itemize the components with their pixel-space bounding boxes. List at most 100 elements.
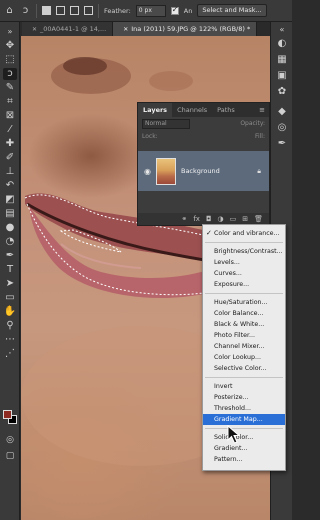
mask-icon[interactable]: ◘ — [206, 215, 212, 223]
options-bar: ⌂ ↄ Feather: 0 px An Select and Mask... — [0, 0, 292, 22]
tab-channels[interactable]: Channels — [172, 103, 212, 117]
lock-icon: 🔒︎ — [257, 166, 261, 175]
menu-item[interactable]: Selective Color... — [203, 363, 285, 374]
screen-mode-icon[interactable]: ▢ — [3, 450, 17, 462]
antialias-checkbox[interactable] — [170, 5, 179, 15]
folder-icon[interactable]: ▭ — [230, 215, 237, 223]
select-and-mask-button[interactable]: Select and Mask... — [197, 4, 267, 17]
document-tabs: ✕ _00A0441-1 @ 14,... ✕ Ina (2011) 59.JPG … — [22, 22, 270, 36]
menu-item[interactable]: Gradient Map... — [203, 414, 285, 425]
layers-panel-icon[interactable]: ◆ — [275, 106, 289, 118]
menu-item[interactable]: Color Lookup... — [203, 352, 285, 363]
menu-item[interactable]: ✓ Color and vibrance... — [203, 228, 285, 239]
more-tools-icon[interactable]: ⋯ — [3, 334, 17, 346]
home-icon[interactable]: ⌂ — [4, 5, 15, 16]
move-tool-icon[interactable]: ✥ — [3, 40, 17, 52]
layer-row-background[interactable]: ◉ Background 🔒︎ — [138, 151, 269, 191]
close-icon[interactable]: ✕ — [32, 26, 37, 33]
menu-item[interactable]: Pattern... — [203, 454, 285, 465]
menu-separator — [205, 242, 283, 243]
path-selection-icon[interactable]: ➤ — [3, 278, 17, 290]
zoom-tool-icon[interactable]: ⚲ — [3, 320, 17, 332]
frame-tool-icon[interactable]: ⊠ — [3, 110, 17, 122]
eraser-icon[interactable]: ◩ — [3, 194, 17, 206]
link-icon[interactable]: ⚭ — [181, 215, 187, 223]
menu-item[interactable]: Threshold... — [203, 403, 285, 414]
marquee-tool-icon[interactable]: ⬚ — [3, 54, 17, 66]
gradients-panel-icon[interactable]: ▣ — [275, 70, 289, 82]
fill-label: Fill: — [254, 133, 265, 140]
menu-item[interactable]: Solid Color... — [203, 432, 285, 443]
panel-menu-icon[interactable]: ≡ — [259, 106, 265, 114]
foreground-color-swatch[interactable] — [3, 410, 12, 419]
lasso-tool-icon[interactable]: ↄ — [20, 5, 31, 16]
lasso-tool-icon[interactable]: ↄ — [3, 68, 17, 80]
menu-item[interactable]: Black & White... — [203, 319, 285, 330]
edit-toolbar-icon[interactable]: ⋰ — [3, 348, 17, 360]
menu-item-label: Channel Mixer... — [214, 343, 265, 350]
menu-item-label: Gradient... — [214, 445, 248, 452]
quick-mask-icon[interactable]: ◎ — [3, 434, 17, 446]
menu-separator — [205, 293, 283, 294]
brush-tool-icon[interactable]: ✐ — [3, 152, 17, 164]
lock-label: Lock: — [142, 133, 158, 140]
new-selection-icon[interactable] — [42, 6, 51, 15]
tab-layers[interactable]: Layers — [138, 103, 173, 117]
color-panel-icon[interactable]: ◐ — [275, 38, 289, 50]
history-brush-icon[interactable]: ↶ — [3, 180, 17, 192]
feather-input[interactable]: 0 px — [135, 4, 166, 17]
eyedropper-icon[interactable]: ⁄ — [3, 124, 17, 136]
channels-panel-icon[interactable]: ◎ — [275, 122, 289, 134]
menu-item-label: Pattern... — [214, 456, 243, 463]
collapse-icon[interactable]: » — [3, 26, 17, 38]
antialias-label: An — [183, 6, 193, 15]
lock-row: Lock: Fill: — [138, 130, 269, 143]
menu-item[interactable]: Posterize... — [203, 392, 285, 403]
menu-item[interactable]: Photo Filter... — [203, 330, 285, 341]
menu-item[interactable]: Color Balance... — [203, 308, 285, 319]
menu-item[interactable]: Exposure... — [203, 279, 285, 290]
gradient-tool-icon[interactable]: ▤ — [3, 208, 17, 220]
subtract-selection-icon[interactable] — [70, 6, 79, 15]
quick-selection-icon[interactable]: ✎ — [3, 82, 17, 94]
divider — [98, 3, 99, 18]
doc-tab-inactive[interactable]: ✕ _00A0441-1 @ 14,... — [22, 22, 114, 36]
clone-stamp-icon[interactable]: ⊥ — [3, 166, 17, 178]
type-tool-icon[interactable]: T — [3, 264, 17, 276]
swatches-panel-icon[interactable]: ▦ — [275, 54, 289, 66]
doc-tab-active[interactable]: ✕ Ina (2011) 59.JPG @ 122% (RGB/8) * — [113, 22, 258, 36]
shape-tool-icon[interactable]: ▭ — [3, 292, 17, 304]
new-layer-icon[interactable]: ⊞ — [242, 215, 248, 223]
menu-item[interactable]: Gradient... — [203, 443, 285, 454]
menu-item[interactable]: Brightness/Contrast... — [203, 246, 285, 257]
close-icon[interactable]: ✕ — [123, 26, 128, 33]
menu-item[interactable]: Invert — [203, 381, 285, 392]
layers-panel: Layers Channels Paths ≡ Normal Opacity: … — [137, 102, 270, 226]
libraries-panel-icon[interactable]: ✿ — [275, 86, 289, 98]
tab-paths[interactable]: Paths — [212, 103, 240, 117]
fx-icon[interactable]: fx — [193, 215, 200, 223]
doc-tab-label: _00A0441-1 @ 14,... — [40, 25, 107, 33]
blur-tool-icon[interactable]: ● — [3, 222, 17, 234]
menu-item[interactable]: Channel Mixer... — [203, 341, 285, 352]
trash-icon[interactable]: 🗑︎ — [254, 215, 263, 223]
crop-tool-icon[interactable]: ⌗ — [3, 96, 17, 108]
healing-brush-icon[interactable]: ✚ — [3, 138, 17, 150]
eye-icon[interactable]: ◉ — [144, 167, 151, 176]
collapse-icon[interactable]: « — [275, 24, 289, 36]
paths-panel-icon[interactable]: ✒ — [275, 138, 289, 150]
blend-mode-select[interactable]: Normal — [142, 118, 190, 129]
menu-item[interactable]: Hue/Saturation... — [203, 297, 285, 308]
feather-label: Feather: — [104, 6, 131, 15]
intersect-selection-icon[interactable] — [84, 6, 93, 15]
menu-item-label: Hue/Saturation... — [214, 299, 268, 306]
menu-separator — [205, 377, 283, 378]
dodge-tool-icon[interactable]: ◔ — [3, 236, 17, 248]
menu-item[interactable]: Levels... — [203, 257, 285, 268]
blend-row: Normal Opacity: — [138, 117, 269, 130]
menu-item[interactable]: Curves... — [203, 268, 285, 279]
add-selection-icon[interactable] — [56, 6, 65, 15]
hand-tool-icon[interactable]: ✋ — [3, 306, 17, 318]
adjustment-layer-icon[interactable]: ◑ — [218, 215, 224, 223]
pen-tool-icon[interactable]: ✒ — [3, 250, 17, 262]
